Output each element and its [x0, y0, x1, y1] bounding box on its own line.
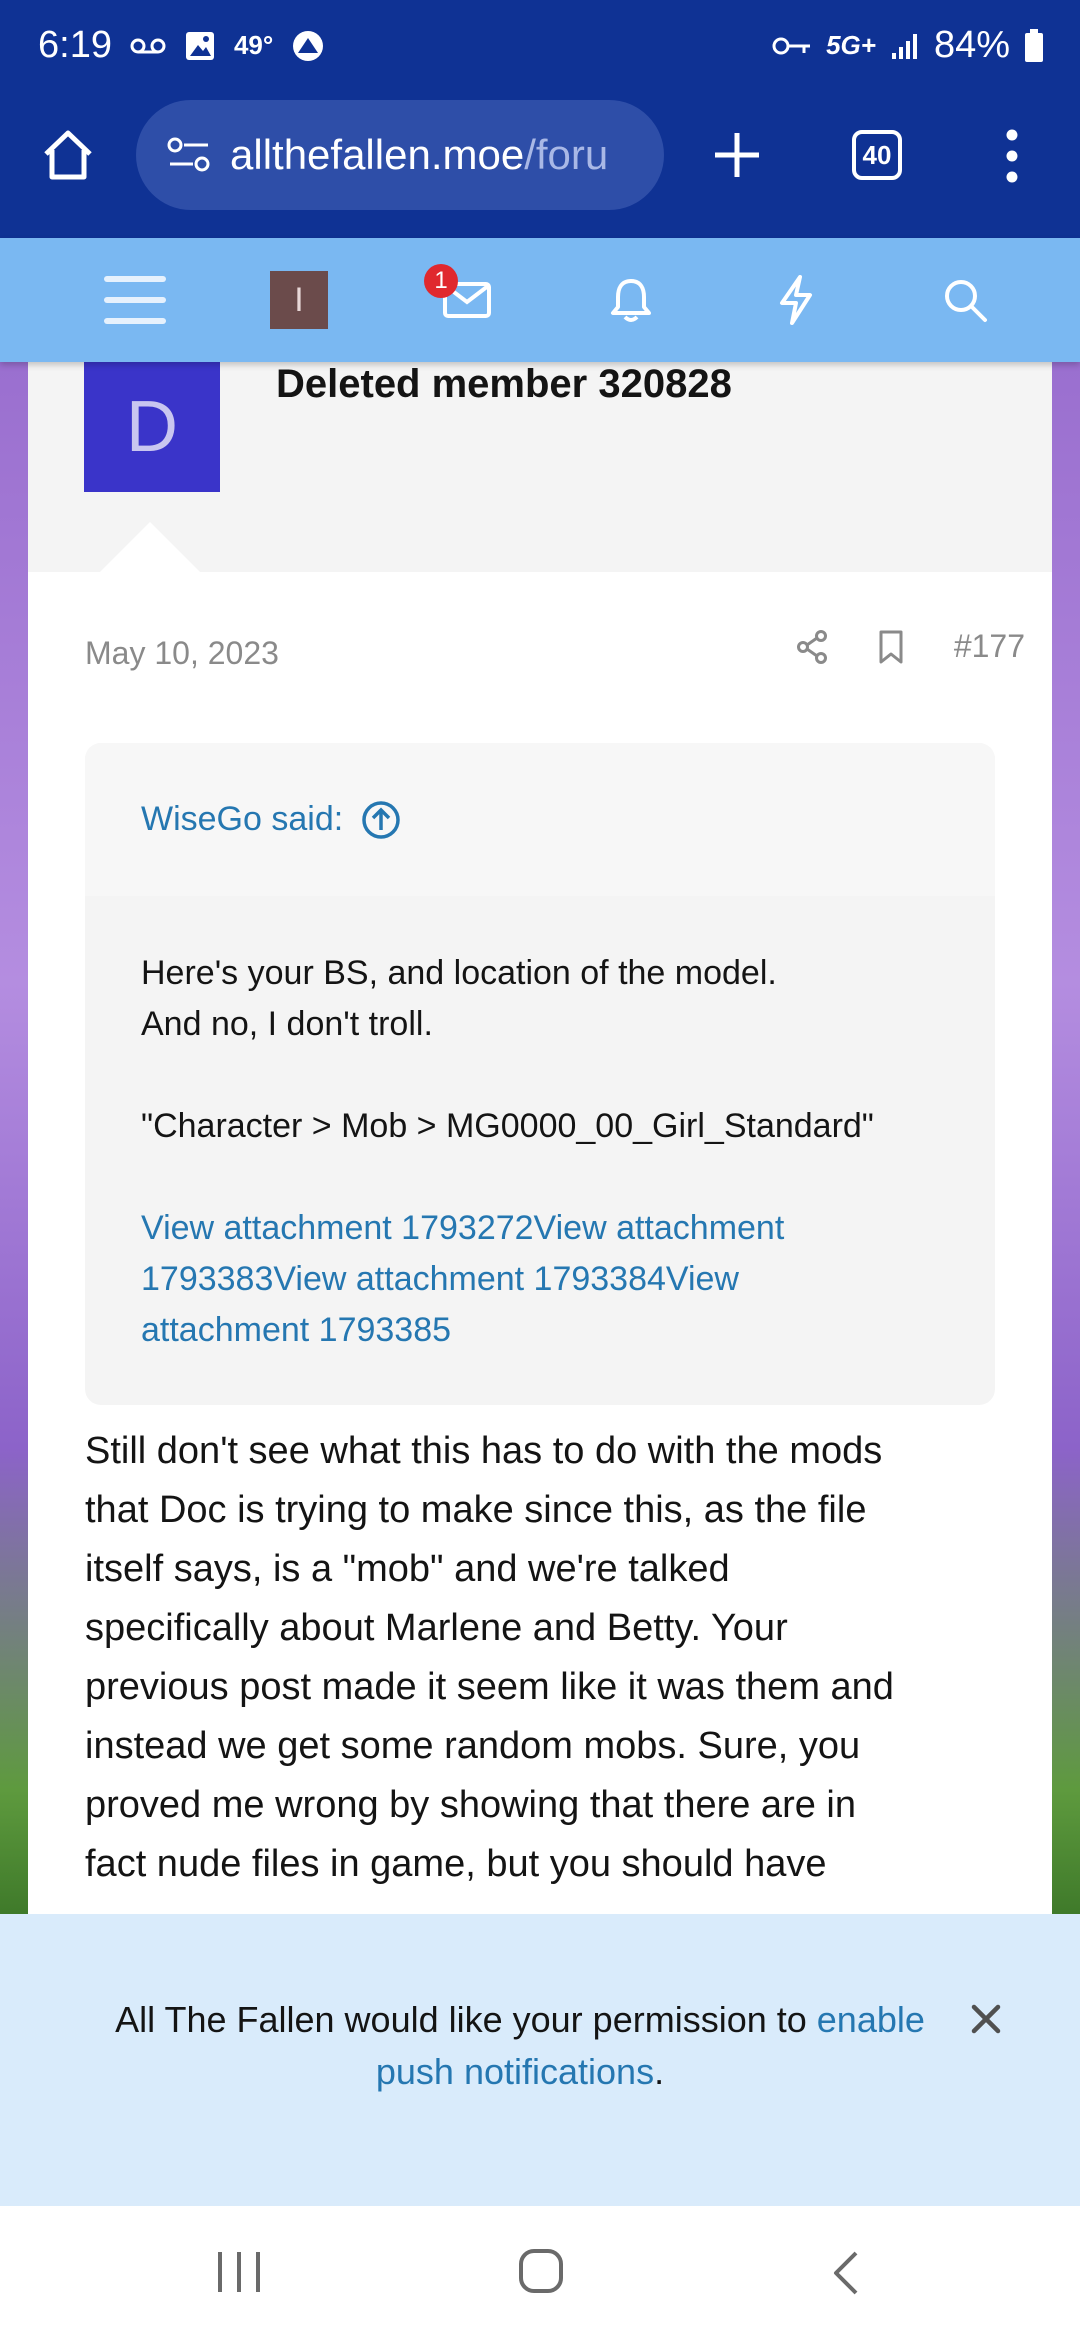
quote-content: Here's your BS, and location of the mode…	[85, 896, 995, 1356]
attachment-link-line[interactable]: 1793383View attachment 1793384View	[141, 1254, 939, 1305]
battery-icon	[1025, 28, 1043, 62]
home-icon[interactable]	[40, 128, 96, 182]
url-path: /foru	[524, 131, 609, 178]
network-type: 5G+	[826, 30, 876, 60]
post-card: D Deleted member 320828 May 10, 2023 #17…	[28, 362, 1052, 1914]
browser-toolbar: allthefallen.moe/foru 40	[0, 100, 1080, 238]
status-bar: 6:19 49° 5G+ 84%	[0, 0, 1080, 100]
push-banner-text: All The Fallen would like your permissio…	[100, 1994, 940, 2098]
signal-icon	[891, 33, 917, 59]
body-line: instead we get some random mobs. Sure, y…	[85, 1725, 861, 1767]
push-banner-message: All The Fallen would like your permissio…	[115, 1999, 807, 2040]
body-line: specifically about Marlene and Betty. Yo…	[85, 1607, 788, 1649]
recent-apps-icon[interactable]	[214, 2250, 264, 2294]
attachment-links[interactable]: View attachment 1793272View attachment 1…	[141, 1203, 939, 1356]
image-icon	[185, 31, 214, 60]
inbox-button[interactable]	[440, 238, 494, 362]
post-date[interactable]: May 10, 2023	[85, 635, 279, 672]
body-line: proved me wrong by showing that there ar…	[85, 1784, 856, 1826]
quote-line: Here's your BS, and location of the mode…	[141, 954, 777, 992]
bookmark-icon[interactable]	[878, 629, 904, 665]
body-line: itself says, is a "mob" and we're talked	[85, 1548, 730, 1590]
bell-icon	[611, 279, 651, 322]
post-meta: May 10, 2023 #177	[85, 628, 1025, 678]
quote-author-label: WiseGo said:	[141, 800, 344, 838]
author-name[interactable]: Deleted member 320828	[276, 362, 732, 407]
body-line: previous post made it seem like it was t…	[85, 1666, 894, 1708]
temperature: 49°	[233, 30, 274, 60]
whats-new-button[interactable]	[776, 238, 816, 362]
user-avatar: I	[270, 271, 328, 329]
address-bar[interactable]: allthefallen.moe/foru	[136, 100, 664, 210]
body-line: fact nude files in game, but you should …	[85, 1843, 827, 1885]
push-permission-banner: All The Fallen would like your permissio…	[0, 1914, 1080, 2206]
close-banner-button[interactable]	[966, 2002, 1006, 2042]
author-avatar[interactable]: D	[84, 362, 220, 492]
close-icon	[971, 2004, 1001, 2034]
home-button-icon[interactable]	[518, 2248, 564, 2294]
share-icon[interactable]	[796, 629, 828, 664]
vpn-key-icon	[772, 37, 811, 54]
push-banner-period: .	[654, 2051, 665, 2092]
back-icon[interactable]	[830, 2250, 860, 2296]
more-menu-icon[interactable]	[1004, 128, 1020, 184]
quote-line: And no, I don't troll.	[141, 1005, 433, 1043]
url-host: allthefallen.moe	[230, 131, 525, 178]
site-settings-icon[interactable]	[166, 136, 212, 174]
arrow-up-circle-icon[interactable]	[361, 800, 401, 840]
search-icon	[945, 280, 987, 322]
account-button[interactable]: I	[270, 238, 328, 362]
search-button[interactable]	[940, 238, 990, 362]
clock: 6:19	[38, 24, 112, 66]
app-notification-icon	[293, 30, 324, 61]
tab-switcher-button[interactable]: 40	[852, 130, 902, 180]
new-tab-icon[interactable]	[712, 130, 762, 180]
voicemail-icon	[130, 38, 166, 53]
post-user-header: D Deleted member 320828	[28, 362, 1052, 574]
body-line: Still don't see what this has to do with…	[85, 1430, 883, 1472]
lightning-icon	[780, 275, 812, 325]
header-pointer	[98, 522, 202, 574]
post-body: Still don't see what this has to do with…	[85, 1422, 1015, 1894]
quote-attribution[interactable]: WiseGo said:	[85, 743, 995, 896]
site-navigation: I	[0, 238, 1080, 362]
alerts-button[interactable]	[608, 238, 654, 362]
attachment-link-line[interactable]: attachment 1793385	[141, 1305, 939, 1356]
body-line: that Doc is trying to make since this, a…	[85, 1489, 867, 1531]
quote-block: WiseGo said: Here's your BS, and locatio…	[85, 743, 995, 1405]
post-number[interactable]: #177	[954, 628, 1025, 665]
battery-percent: 84%	[933, 24, 1010, 66]
hamburger-icon	[104, 276, 166, 324]
quote-line: "Character > Mob > MG0000_00_Girl_Standa…	[141, 1107, 874, 1145]
system-navigation-bar	[0, 2206, 1080, 2340]
menu-button[interactable]	[100, 238, 170, 362]
attachment-link-line[interactable]: View attachment 1793272View attachment	[141, 1203, 939, 1254]
inbox-badge: 1	[424, 264, 458, 298]
